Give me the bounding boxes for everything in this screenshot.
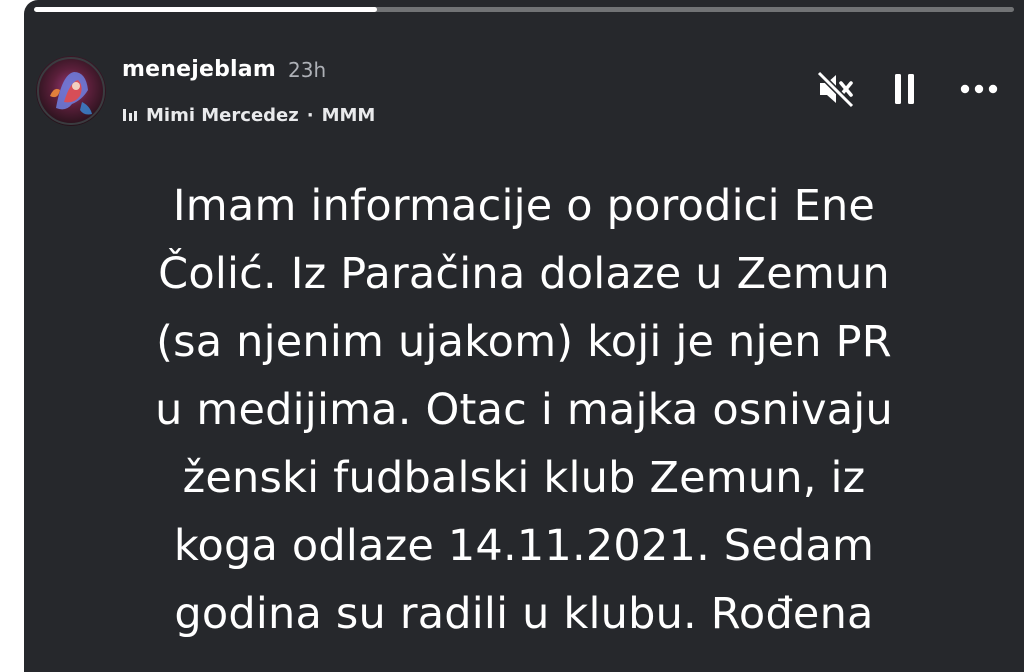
caption-line: (sa njenim ujakom) koji je njen PR: [156, 317, 892, 367]
story-caption: Imam informacije o porodici Ene Čolić. I…: [24, 172, 1024, 648]
avatar[interactable]: [36, 56, 106, 126]
caption-line: godina su radili u klubu. Rođena: [174, 589, 874, 639]
more-options-icon[interactable]: [960, 83, 998, 95]
music-attribution[interactable]: Mimi Mercedez · MMM: [122, 102, 375, 128]
username[interactable]: menejeblam: [122, 57, 276, 82]
story-progress-bar: [34, 7, 1014, 12]
story-viewer[interactable]: menejeblam 23h Mimi Mercedez · MMM Imam: [24, 0, 1024, 672]
caption-line: Čolić. Iz Paračina dolaze u Zemun: [158, 249, 890, 299]
caption-line: u medijima. Otac i majka osnivaju: [155, 385, 893, 435]
music-bars-icon: [123, 109, 137, 121]
music-artist: Mimi Mercedez: [146, 104, 299, 126]
post-time: 23h: [288, 58, 327, 82]
caption-line: ženski fudbalski klub Zemun, iz: [182, 453, 866, 503]
music-separator: ·: [306, 104, 314, 126]
story-progress-fill: [34, 7, 377, 12]
caption-line: Imam informacije o porodici Ene: [172, 181, 876, 231]
music-album: MMM: [321, 104, 376, 126]
story-controls: [816, 70, 998, 108]
speaker-muted-icon[interactable]: [816, 70, 856, 108]
caption-line: koga odlaze 14.11.2021. Sedam: [173, 521, 875, 571]
pause-icon[interactable]: [894, 72, 916, 106]
